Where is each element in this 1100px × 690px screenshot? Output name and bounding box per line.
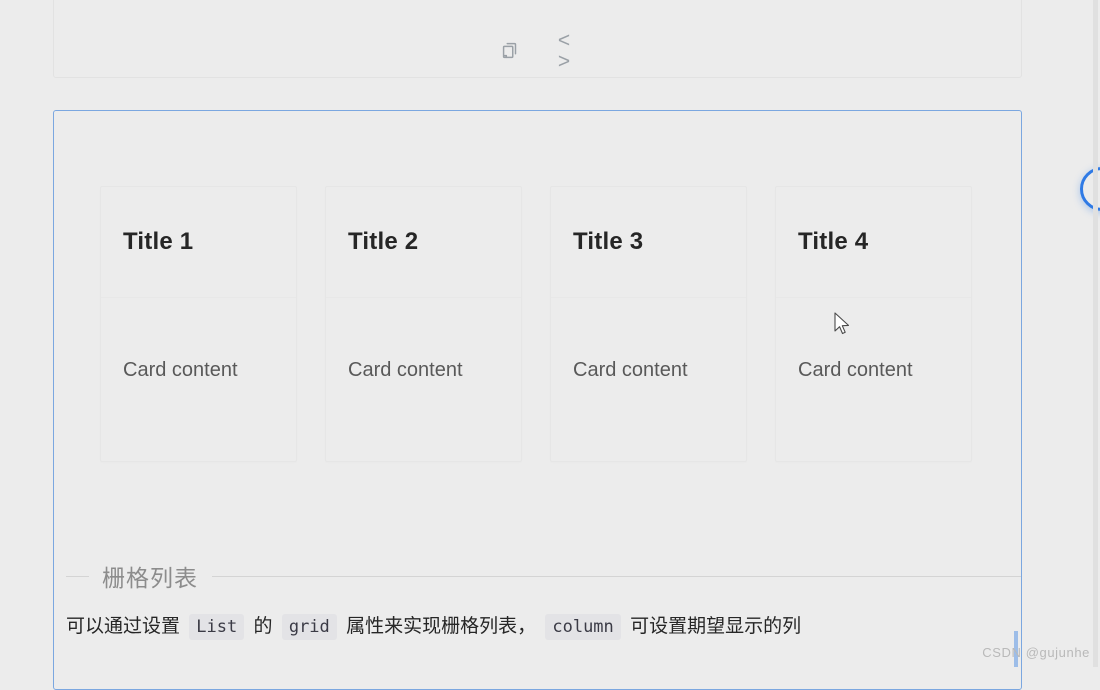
card-grid: Title 1 Card content Title 2 Card conten… [100,186,972,462]
card-body: Card content [798,359,913,381]
inline-code-grid: grid [281,614,337,640]
card-header: Title 2 [326,187,521,298]
code-icon-glyph: < > [557,29,574,73]
section-paragraph: 可以通过设置 List 的 grid 属性来实现栅格列表， column 可设置… [66,612,1021,642]
section-rule-left [66,575,89,577]
inline-code-list: List [189,614,245,640]
card-header: Title 3 [551,187,746,298]
card-body: Card content [348,359,463,381]
card[interactable]: Title 1 Card content [100,186,297,462]
copy-icon[interactable] [497,38,523,64]
card-title: Title 1 [123,228,194,255]
card[interactable]: Title 3 Card content [550,186,747,462]
highlighted-demo-container[interactable]: Title 1 Card content Title 2 Card conten… [53,110,1022,690]
section-header: 栅格列表 [66,556,1021,596]
page-scrollbar[interactable] [1093,0,1098,667]
demo-action-bar: < > [54,30,1021,72]
card-header: Title 4 [776,187,971,298]
card-header: Title 1 [101,187,296,298]
paragraph-text-1: 可以通过设置 [66,616,181,637]
paragraph-text-3: 属性来实现栅格列表， [346,616,537,637]
inline-code-column: column [545,614,621,640]
demo-preview-panel: < > [53,0,1022,78]
card[interactable]: Title 4 Card content [775,186,972,462]
card-body: Card content [573,359,688,381]
section-title: 栅格列表 [102,565,198,591]
paragraph-text-4: 可设置期望显示的列 [630,616,802,637]
code-icon[interactable]: < > [553,30,579,72]
card[interactable]: Title 2 Card content [325,186,522,462]
paragraph-text-2: 的 [253,616,273,637]
card-body: Card content [123,359,238,381]
card-title: Title 3 [573,228,644,255]
grid-list-section: 栅格列表 可以通过设置 List 的 grid 属性来实现栅格列表， colum… [66,556,1021,642]
card-title: Title 4 [798,228,869,255]
card-title: Title 2 [348,228,419,255]
watermark-text: CSDN @gujunhe [982,645,1090,660]
section-rule-right [212,575,1021,577]
